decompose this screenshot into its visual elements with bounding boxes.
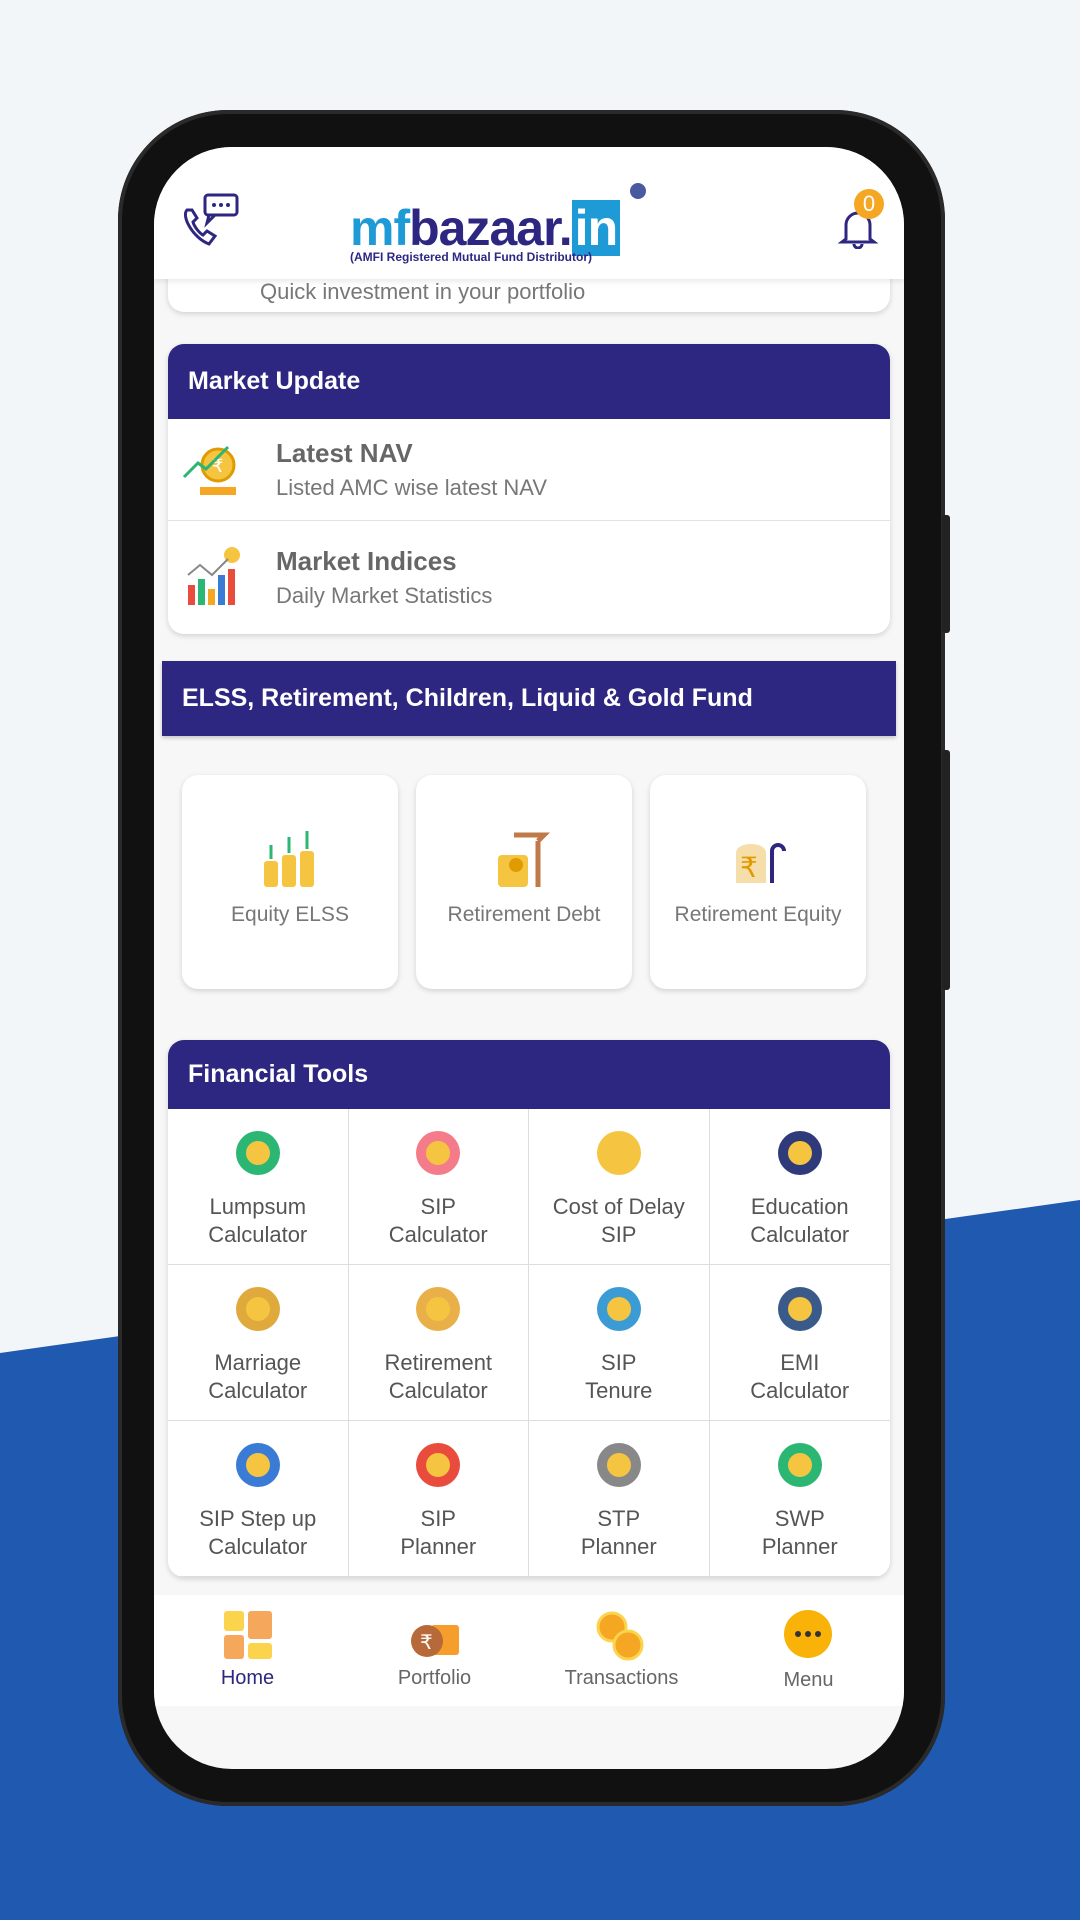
tile-label: Retirement Debt (447, 903, 601, 926)
tool-stp-planner[interactable]: STP Planner (529, 1421, 710, 1577)
item-subtitle: Listed AMC wise latest NAV (276, 475, 548, 500)
tool-label: Cost of Delay SIP (552, 1194, 685, 1247)
transactions-coins-icon (596, 1611, 644, 1661)
chart-icon (187, 546, 240, 605)
logo-tagline: (AMFI Registered Mutual Fund Distributor… (350, 250, 592, 264)
transfer-icon (596, 1443, 641, 1487)
retirement-debt-tile[interactable]: Retirement Debt (416, 775, 632, 989)
tile-label: Equity ELSS (231, 903, 349, 926)
retirement-coins-icon (498, 832, 551, 887)
tile-label: Retirement Equity (674, 903, 842, 926)
logo: mfbazaar.in (350, 199, 621, 257)
more-dots-icon (784, 1610, 832, 1658)
latest-nav-item[interactable]: ₹ Latest NAV Listed AMC wise latest NAV (168, 419, 890, 520)
tool-label: SIP Calculator (388, 1194, 488, 1247)
tool-marriage-calculator[interactable]: Marriage Calculator (168, 1265, 349, 1421)
section-title: Financial Tools (168, 1040, 890, 1109)
tool-label: EMI Calculator (750, 1350, 850, 1403)
calculator-icon (777, 1287, 822, 1331)
portfolio-bag-icon: ₹ (411, 1625, 459, 1657)
section-title: Market Update (168, 344, 890, 419)
tool-label: SIP Step up Calculator (199, 1506, 317, 1559)
tool-sip-planner[interactable]: SIP Planner (348, 1421, 529, 1577)
financial-tools-card: Financial Tools Lumpsum Calculator SIP Ca… (168, 1040, 890, 1577)
growth-coins-icon (416, 1443, 461, 1487)
tool-education-calculator[interactable]: Education Calculator (709, 1109, 890, 1265)
notification-badge: 0 (854, 189, 884, 219)
graduation-cap-icon (777, 1131, 822, 1175)
phone-power-button (942, 750, 950, 990)
tool-label: Education Calculator (750, 1194, 850, 1247)
nav-label: Menu (783, 1669, 834, 1691)
item-title: Latest NAV (276, 438, 413, 468)
retirement-equity-tile[interactable]: ₹ Retirement Equity (650, 775, 866, 989)
item-subtitle: Daily Market Statistics (276, 583, 493, 608)
tool-emi-calculator[interactable]: EMI Calculator (709, 1265, 890, 1421)
tool-sip-step-up-calculator[interactable]: SIP Step up Calculator (168, 1421, 349, 1577)
phone-volume-button (942, 515, 950, 633)
nav-growth-icon: ₹ (182, 445, 236, 495)
card-subtitle: Quick investment in your portfolio (260, 279, 586, 304)
tool-label: SIP Planner (400, 1506, 477, 1559)
tool-swp-planner[interactable]: SWP Planner (709, 1421, 890, 1577)
tool-label: Lumpsum Calculator (208, 1194, 308, 1247)
svg-text:₹: ₹ (420, 1632, 433, 1654)
atm-icon (777, 1443, 822, 1487)
equity-elss-tile[interactable]: Equity ELSS (182, 775, 398, 989)
tool-sip-calculator[interactable]: SIP Calculator (348, 1109, 529, 1265)
tool-label: STP Planner (580, 1506, 657, 1559)
bottom-navigation: Home ₹ Portfolio Transactions Menu (154, 1595, 904, 1706)
tool-label: SIP Tenure (585, 1350, 653, 1403)
globe-icon (630, 183, 646, 199)
money-bag-icon (235, 1131, 280, 1175)
piggy-bank-icon (416, 1131, 461, 1175)
coins-plant-icon (264, 831, 314, 887)
nav-menu[interactable]: Menu (715, 1595, 902, 1706)
nav-home[interactable]: Home (154, 1595, 341, 1706)
svg-text:₹: ₹ (740, 852, 758, 883)
nav-label: Transactions (564, 1667, 679, 1689)
coins-stack-icon (596, 1131, 641, 1175)
tool-retirement-calculator[interactable]: Retirement Calculator (348, 1265, 529, 1421)
nav-label: Home (220, 1667, 275, 1689)
rings-icon (235, 1287, 280, 1331)
tool-label: Retirement Calculator (384, 1350, 493, 1403)
market-indices-item[interactable]: Market Indices Daily Market Statistics (168, 520, 890, 634)
app-screen: mfbazaar.in (AMFI Registered Mutual Fund… (154, 147, 904, 1769)
tool-label: Marriage Calculator (208, 1350, 308, 1403)
tool-cost-of-delay-sip[interactable]: Cost of Delay SIP (529, 1109, 710, 1265)
tool-label: SWP Planner (761, 1506, 838, 1559)
funds-section-title: ELSS, Retirement, Children, Liquid & Gol… (162, 661, 896, 736)
clock-rupee-icon (596, 1287, 641, 1331)
tool-sip-tenure[interactable]: SIP Tenure (529, 1265, 710, 1421)
contact-support-icon[interactable] (179, 192, 241, 250)
app-header: mfbazaar.in (AMFI Registered Mutual Fund… (154, 147, 904, 279)
nav-label: Portfolio (397, 1667, 472, 1689)
nav-transactions[interactable]: Transactions (528, 1595, 715, 1706)
home-grid-icon (224, 1611, 272, 1659)
tool-lumpsum-calculator[interactable]: Lumpsum Calculator (168, 1109, 349, 1265)
item-title: Market Indices (276, 546, 457, 576)
nav-portfolio[interactable]: ₹ Portfolio (341, 1595, 528, 1706)
money-bag-cane-icon: ₹ (736, 843, 786, 883)
rocking-chair-icon (416, 1287, 461, 1331)
steps-icon (235, 1443, 280, 1487)
market-update-card: Market Update ₹ Latest NAV Listed AMC wis… (168, 344, 890, 634)
